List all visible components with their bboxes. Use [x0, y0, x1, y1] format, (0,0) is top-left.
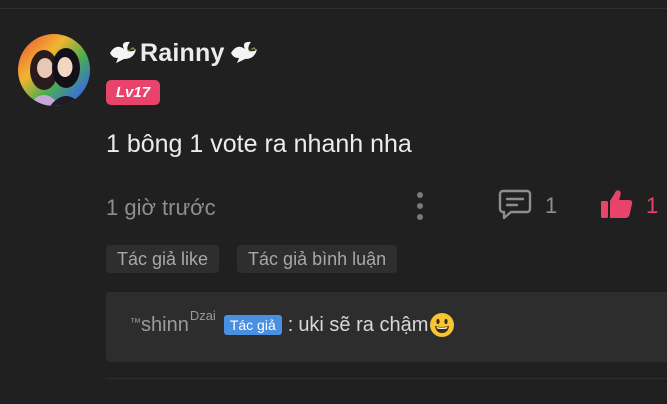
reply-text: uki sẽ ra chậm	[298, 313, 429, 336]
reply-preview[interactable]: ™ shinn Dzai Tác giả : uki sẽ ra chậm	[106, 292, 667, 362]
author-badge: Tác giả	[223, 315, 282, 335]
author-replied-tag: Tác giả bình luận	[237, 245, 398, 273]
comment-thread: Rainny Lv17 1 bông 1 vote ra nhanh nha 1…	[0, 0, 667, 404]
author-liked-tag: Tác giả like	[106, 245, 220, 273]
thumbs-up-icon	[600, 188, 634, 225]
like-count: 1	[646, 193, 659, 218]
timestamp: 1 giờ trước	[106, 195, 216, 220]
reply-button[interactable]: 1	[498, 188, 557, 224]
tag-list: Tác giả like Tác giả bình luận	[106, 245, 398, 273]
more-options-button[interactable]	[408, 190, 432, 222]
username-row[interactable]: Rainny	[106, 36, 259, 70]
dove-icon	[227, 39, 259, 67]
username[interactable]: Rainny	[140, 39, 225, 68]
level-badge: Lv17	[106, 80, 160, 105]
reply-line: ™ shinn Dzai Tác giả : uki sẽ ra chậm	[130, 308, 455, 338]
reply-author[interactable]: ™ shinn Dzai	[130, 308, 216, 337]
dot	[417, 214, 423, 220]
dove-icon	[106, 39, 138, 67]
grinning-face-icon	[429, 312, 455, 338]
reply-author-name: shinn	[141, 313, 189, 336]
like-button[interactable]: 1	[600, 188, 658, 224]
reply-count: 1	[545, 193, 558, 218]
comment-icon	[498, 188, 532, 225]
reply-separator: :	[287, 313, 294, 336]
comment-text: 1 bông 1 vote ra nhanh nha	[106, 130, 412, 158]
dot	[417, 203, 423, 209]
dot	[417, 192, 423, 198]
divider	[106, 378, 667, 379]
avatar[interactable]	[18, 34, 90, 106]
reply-author-suffix: Dzai	[189, 307, 216, 323]
divider	[0, 8, 667, 9]
trademark-prefix: ™	[130, 316, 141, 329]
